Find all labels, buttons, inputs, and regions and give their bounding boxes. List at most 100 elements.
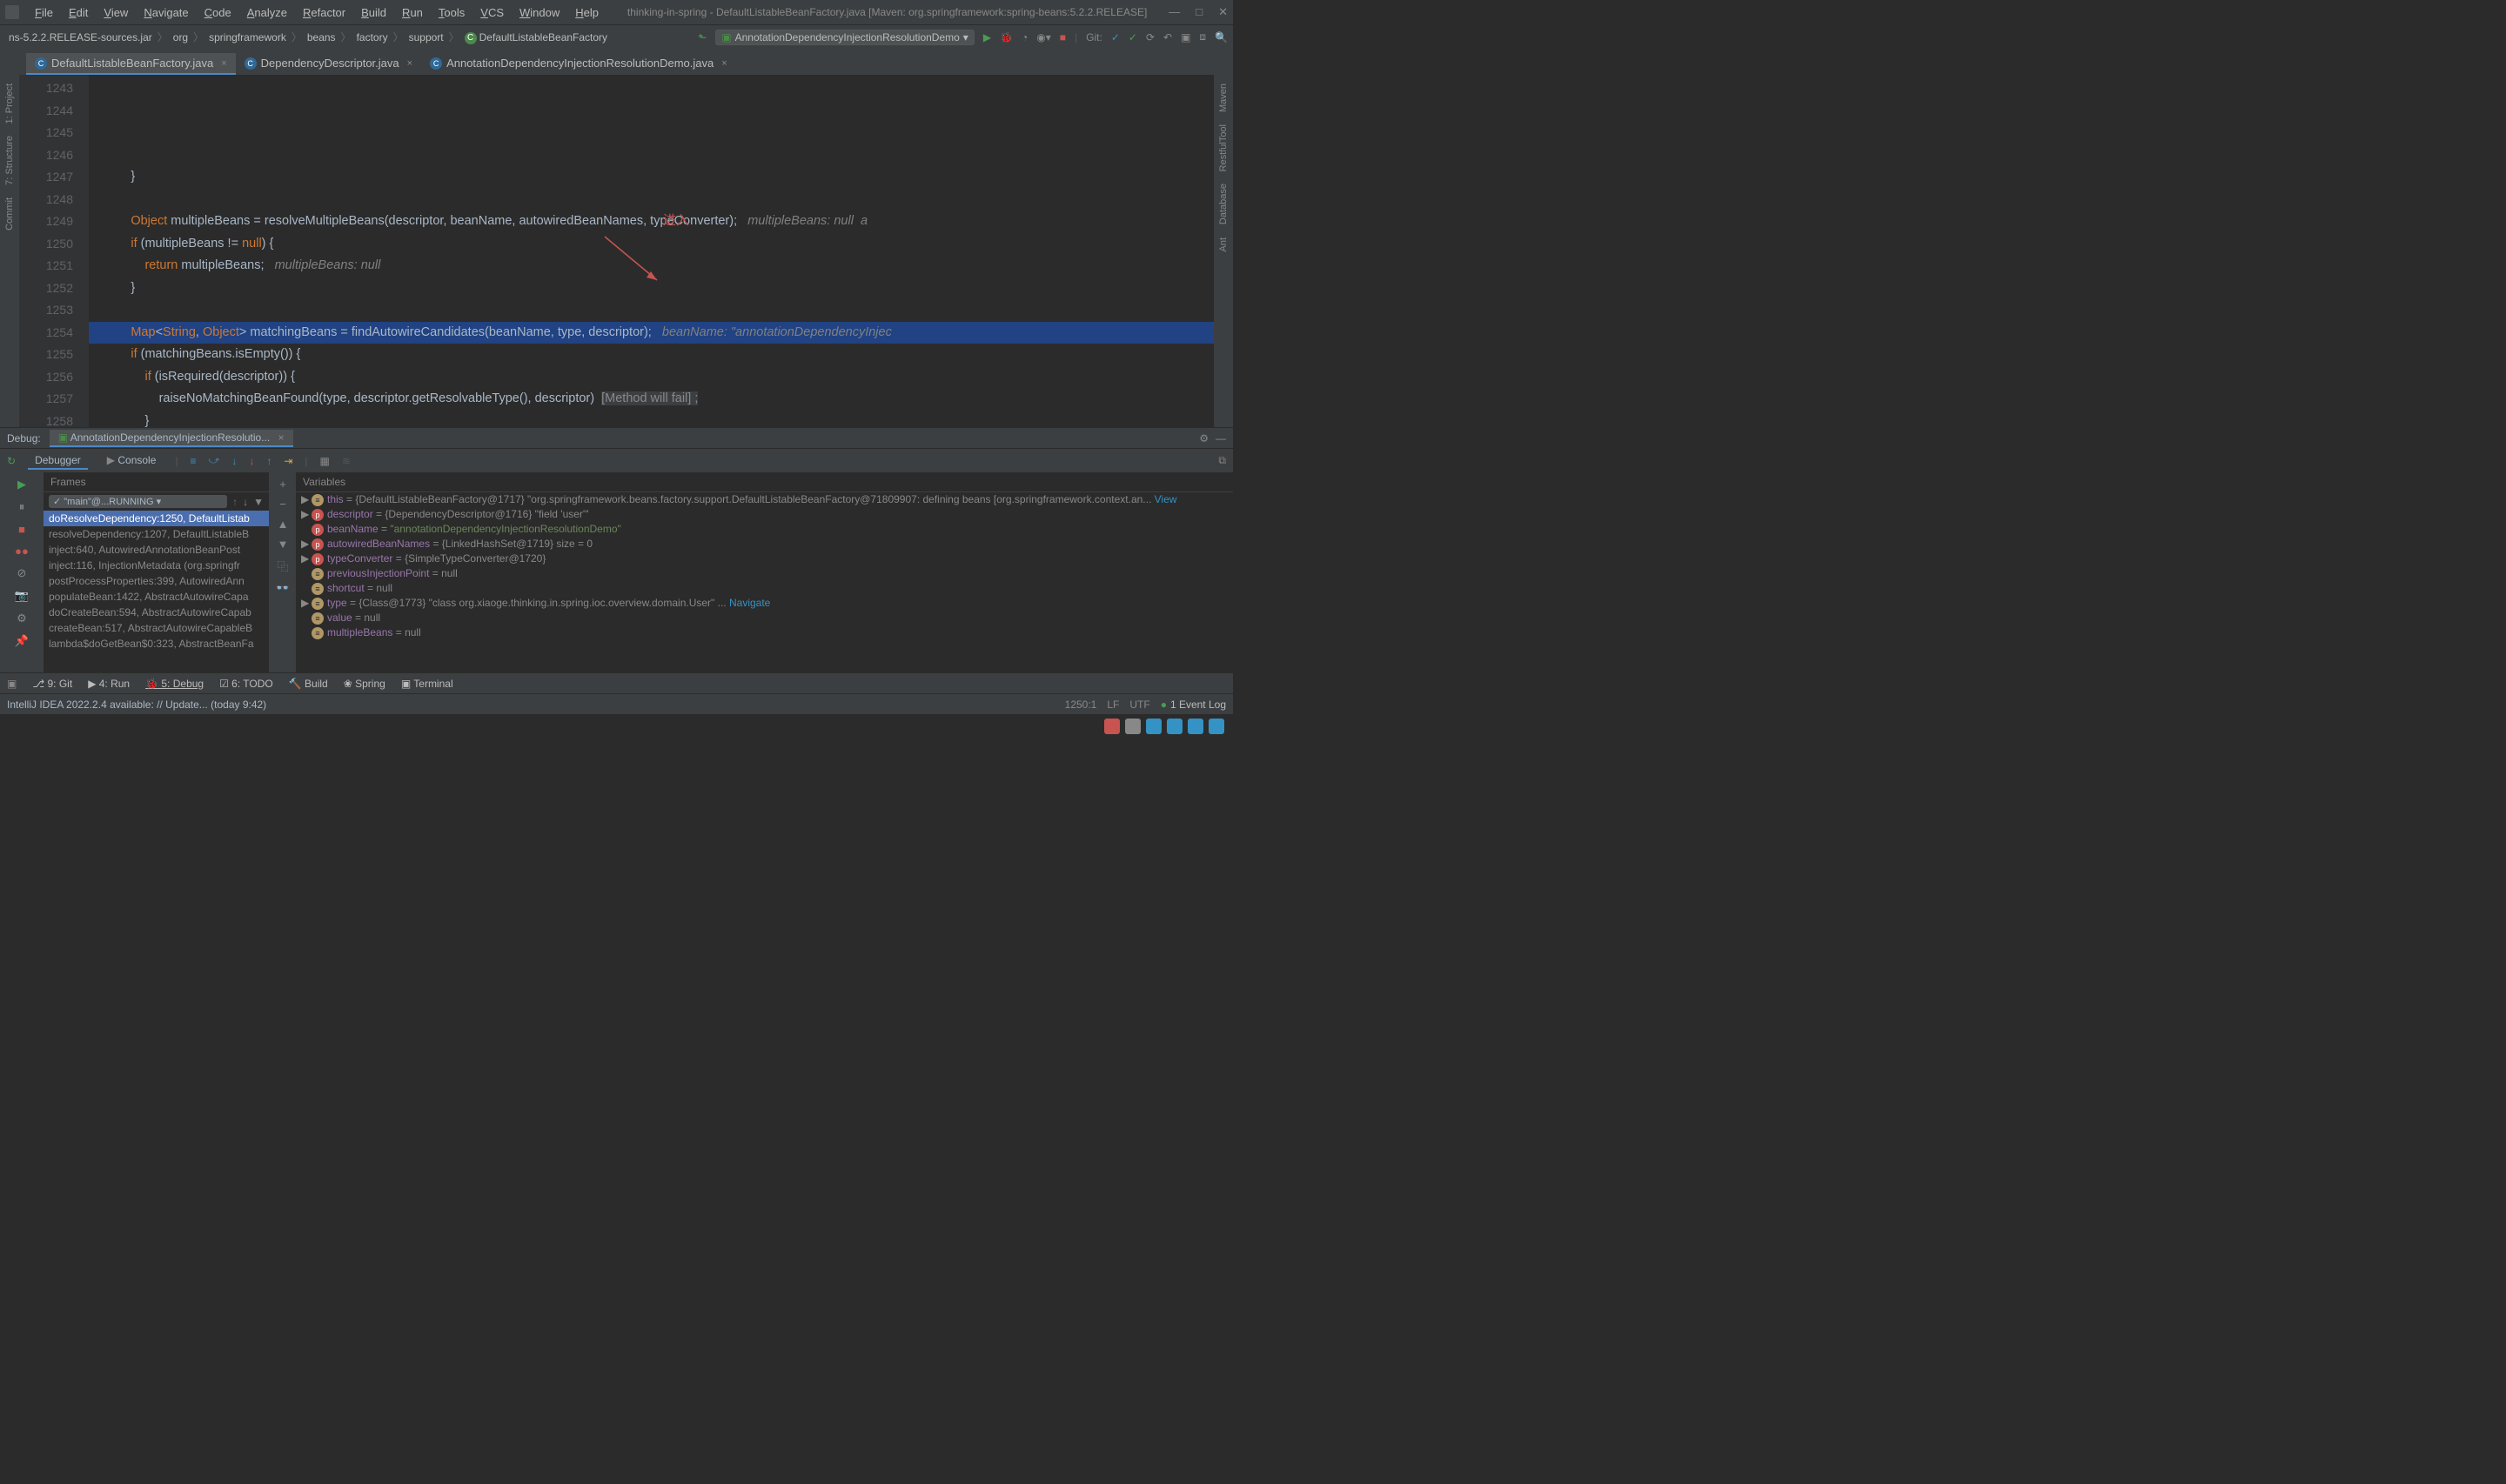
pause-icon[interactable]: ⏸ — [19, 500, 25, 514]
close-tab-icon[interactable]: × — [721, 58, 727, 69]
search-icon[interactable]: ⧈ — [1199, 30, 1206, 43]
bottom-tool-6-todo[interactable]: ☑ 6: TODO — [219, 678, 273, 690]
frame-item[interactable]: createBean:517, AbstractAutowireCapableB — [44, 620, 269, 636]
step-out-icon[interactable]: ↑ — [266, 455, 271, 467]
menu-code[interactable]: Code — [198, 4, 238, 21]
git-push-icon[interactable]: ▣ — [1181, 31, 1190, 43]
dump-icon[interactable]: 📷 — [15, 589, 29, 603]
resume-icon[interactable]: ▶ — [17, 478, 26, 491]
menu-help[interactable]: Help — [568, 4, 606, 21]
run-icon[interactable]: ▶ — [983, 31, 991, 43]
crumb[interactable]: org — [170, 30, 191, 45]
menu-navigate[interactable]: Navigate — [137, 4, 195, 21]
variable-row[interactable]: ≡value = null — [296, 611, 1233, 625]
pin-icon[interactable]: 📌 — [15, 634, 29, 648]
caret-position[interactable]: 1250:1 — [1065, 699, 1097, 711]
line-gutter[interactable]: 1243124412451246124712481249125012511252… — [19, 75, 89, 427]
layout-icon[interactable]: ⧉ — [1218, 454, 1226, 467]
variable-row[interactable]: ▶≡type = {Class@1773} "class org.xiaoge.… — [296, 596, 1233, 611]
glasses-icon[interactable]: 👓 — [276, 581, 290, 595]
encoding[interactable]: UTF — [1129, 699, 1149, 711]
filter-frames-icon[interactable]: ▼ — [253, 496, 264, 508]
menu-refactor[interactable]: Refactor — [296, 4, 352, 21]
step-over-icon[interactable]: ⤻ — [209, 454, 220, 467]
git-commit-icon[interactable]: ✓ — [1129, 31, 1137, 43]
mute-bp-icon[interactable]: ⊘ — [17, 566, 27, 580]
editor-tab[interactable]: CDependencyDescriptor.java× — [236, 53, 421, 75]
frame-item[interactable]: doCreateBean:594, AbstractAutowireCapab — [44, 605, 269, 620]
run-to-cursor-icon[interactable]: ⇥ — [284, 455, 292, 467]
evaluate-icon[interactable]: ▦ — [320, 455, 330, 467]
left-rail-item[interactable]: 7: Structure — [4, 132, 15, 189]
close-session-icon[interactable]: × — [278, 431, 285, 444]
close-icon[interactable]: ✕ — [1218, 5, 1228, 19]
hide-icon[interactable]: — — [1216, 432, 1226, 445]
variable-row[interactable]: ≡previousInjectionPoint = null — [296, 566, 1233, 581]
variable-row[interactable]: pbeanName = "annotationDependencyInjecti… — [296, 522, 1233, 537]
settings-debug-icon[interactable]: ⚙ — [17, 612, 27, 625]
force-step-into-icon[interactable]: ↓ — [249, 455, 254, 467]
variable-row[interactable]: ≡shortcut = null — [296, 581, 1233, 596]
frame-item[interactable]: lambda$doGetBean$0:323, AbstractBeanFa — [44, 636, 269, 652]
menu-analyze[interactable]: Analyze — [240, 4, 294, 21]
settings-icon[interactable]: ⚙ — [1199, 432, 1209, 445]
remove-watch-icon[interactable]: − — [279, 498, 286, 511]
thread-combo[interactable]: ✓ "main"@...RUNNING ▾ — [49, 495, 227, 508]
show-execution-icon[interactable]: ≡ — [191, 455, 197, 467]
menu-run[interactable]: Run — [395, 4, 430, 21]
crumb[interactable]: CDefaultListableBeanFactory — [461, 30, 611, 45]
left-rail-item[interactable]: Commit — [4, 194, 15, 234]
frame-item[interactable]: postProcessProperties:399, AutowiredAnn — [44, 573, 269, 589]
code-editor[interactable]: 进入 } Object multipleBeans = resolveMulti… — [89, 75, 1214, 427]
right-rail-item[interactable]: Ant — [1218, 234, 1229, 256]
breakpoints-icon[interactable]: ●● — [15, 545, 29, 558]
tool-windows-icon[interactable]: ▣ — [7, 678, 17, 690]
crumb[interactable]: support — [405, 30, 447, 45]
prev-frame-icon[interactable]: ↑ — [232, 496, 238, 508]
menu-file[interactable]: File — [28, 4, 60, 21]
next-frame-icon[interactable]: ↓ — [243, 496, 248, 508]
git-update-icon[interactable]: ✓ — [1111, 31, 1120, 43]
build-icon[interactable]: ⬑ — [698, 31, 707, 43]
step-into-icon[interactable]: ↓ — [231, 455, 237, 467]
editor-tab[interactable]: CAnnotationDependencyInjectionResolution… — [421, 53, 736, 75]
line-separator[interactable]: LF — [1107, 699, 1119, 711]
bottom-tool-terminal[interactable]: ▣ Terminal — [401, 678, 453, 690]
frame-item[interactable]: populateBean:1422, AbstractAutowireCapa — [44, 589, 269, 605]
tray-icon[interactable] — [1125, 719, 1141, 734]
maximize-icon[interactable]: □ — [1196, 5, 1203, 19]
bottom-tool-build[interactable]: 🔨 Build — [289, 678, 328, 690]
bottom-tool-9-git[interactable]: ⎇ 9: Git — [32, 678, 72, 690]
tray-icon[interactable] — [1146, 719, 1162, 734]
tray-icon[interactable] — [1188, 719, 1203, 734]
left-rail-item[interactable]: 1: Project — [4, 80, 15, 127]
stop-icon[interactable]: ■ — [1060, 31, 1066, 43]
search-everywhere-icon[interactable]: 🔍 — [1215, 31, 1228, 43]
frame-item[interactable]: resolveDependency:1207, DefaultListableB — [44, 526, 269, 542]
tray-icon[interactable] — [1167, 719, 1183, 734]
close-tab-icon[interactable]: × — [221, 58, 226, 69]
editor-tab[interactable]: CDefaultListableBeanFactory.java× — [26, 53, 236, 75]
menu-edit[interactable]: Edit — [62, 4, 95, 21]
menu-vcs[interactable]: VCS — [473, 4, 511, 21]
up-watch-icon[interactable]: ▲ — [278, 518, 289, 531]
close-tab-icon[interactable]: × — [407, 58, 412, 69]
tray-icon[interactable] — [1104, 719, 1120, 734]
frame-item[interactable]: inject:640, AutowiredAnnotationBeanPost — [44, 542, 269, 558]
menu-tools[interactable]: Tools — [432, 4, 472, 21]
crumb[interactable]: factory — [353, 30, 392, 45]
tray-icon[interactable] — [1209, 719, 1224, 734]
variable-row[interactable]: ▶pdescriptor = {DependencyDescriptor@171… — [296, 507, 1233, 522]
stop-debug-icon[interactable]: ■ — [18, 523, 25, 536]
debug-icon[interactable]: 🐞 — [1000, 31, 1013, 43]
profile-icon[interactable]: ◉▾ — [1036, 31, 1051, 43]
crumb[interactable]: beans — [304, 30, 339, 45]
frame-item[interactable]: doResolveDependency:1250, DefaultListab — [44, 511, 269, 526]
coverage-icon[interactable]: ◔ — [1022, 31, 1028, 43]
right-rail-item[interactable]: RestfulTool — [1218, 121, 1229, 175]
status-message[interactable]: IntelliJ IDEA 2022.2.4 available: // Upd… — [7, 699, 266, 711]
minimize-icon[interactable]: — — [1169, 5, 1180, 19]
right-rail-item[interactable]: Maven — [1218, 80, 1229, 116]
frame-item[interactable]: inject:116, InjectionMetadata (org.sprin… — [44, 558, 269, 573]
run-config-combo[interactable]: ▣ AnnotationDependencyInjectionResolutio… — [715, 30, 975, 45]
